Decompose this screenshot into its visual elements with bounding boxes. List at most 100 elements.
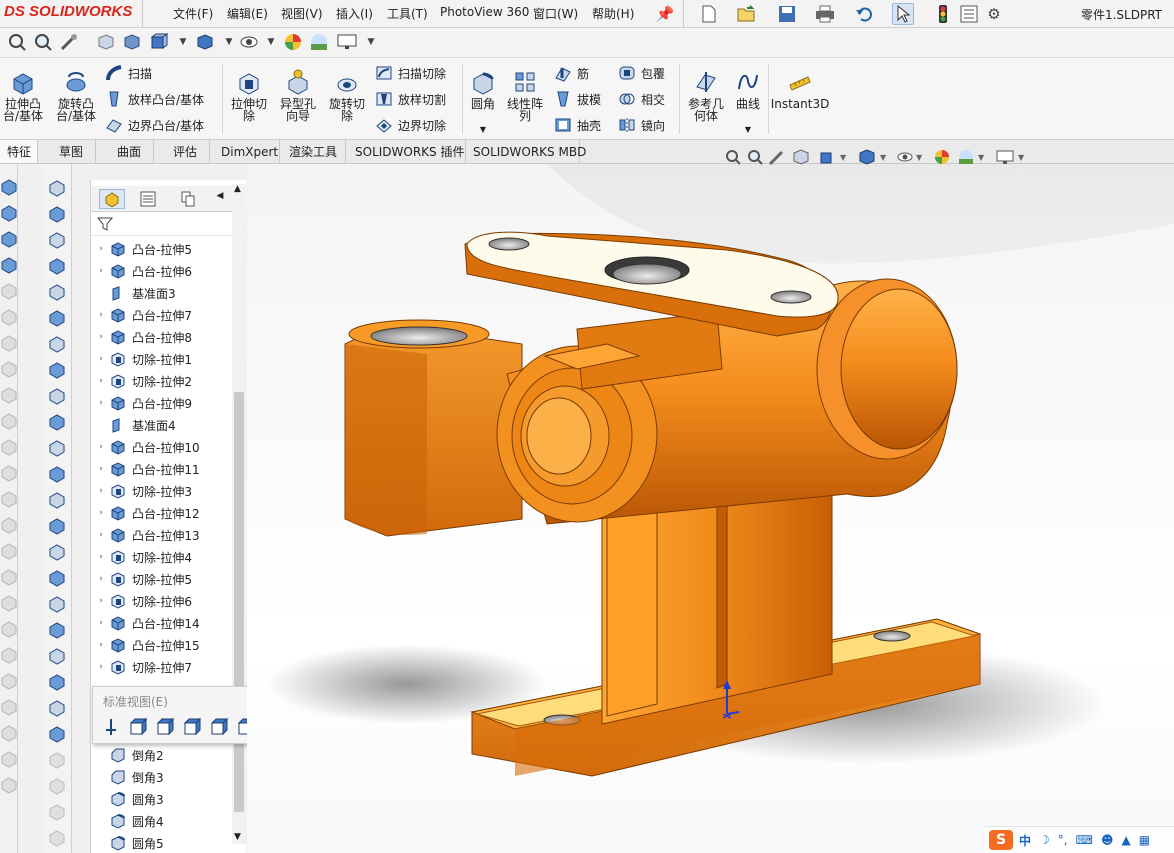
intersect-icon[interactable] xyxy=(47,620,67,640)
graphics-area[interactable] xyxy=(247,164,1174,853)
intersect-button[interactable]: 相交 xyxy=(617,87,665,111)
zoom-to-area-icon[interactable] xyxy=(32,31,54,53)
tool-strip-icon[interactable] xyxy=(1,672,17,693)
curves-icon[interactable] xyxy=(47,698,67,718)
mirror-button[interactable]: 镜向 xyxy=(617,113,665,137)
menu-tools[interactable]: 工具(T) xyxy=(387,5,428,22)
rib-icon[interactable] xyxy=(47,516,67,536)
ime-user-icon[interactable]: ☻ xyxy=(1101,833,1114,847)
disabled-feature-icon[interactable] xyxy=(47,828,67,848)
swept-cut-button[interactable]: 扫描切除 xyxy=(374,61,446,85)
feature-manager-tab[interactable] xyxy=(99,189,125,209)
hud-apply-scene-icon[interactable] xyxy=(954,148,978,166)
hud-section-view-icon[interactable] xyxy=(788,148,814,166)
tool-strip-icon[interactable] xyxy=(1,464,17,485)
tab-dimxpert[interactable]: DimXpert xyxy=(214,140,280,163)
expand-arrow-icon[interactable]: › xyxy=(93,266,109,276)
flange-center-bore[interactable] xyxy=(612,263,682,285)
view-orientation-dropdown-icon[interactable]: ▼ xyxy=(172,31,194,53)
filter-funnel-icon[interactable] xyxy=(96,216,114,235)
scroll-up-icon[interactable]: ▲ xyxy=(234,184,241,194)
cylinder-end-face[interactable] xyxy=(840,288,958,450)
view-orientation-icon[interactable] xyxy=(148,31,170,53)
expand-arrow-icon[interactable]: › xyxy=(93,376,109,386)
left-view-icon[interactable] xyxy=(182,717,202,740)
part-model-render[interactable] xyxy=(247,164,1174,853)
rib-button[interactable]: 筋 xyxy=(553,61,589,85)
tool-strip-icon[interactable] xyxy=(1,256,17,277)
tree-item[interactable]: › 凸台-拉伸5 xyxy=(93,238,192,260)
hide-show-items-icon[interactable] xyxy=(238,31,260,53)
hud-display-dropdown-icon[interactable]: ▼ xyxy=(880,153,894,162)
draft-icon[interactable] xyxy=(47,542,67,562)
reference-geometry-icon[interactable] xyxy=(47,672,67,692)
tool-strip-icon[interactable] xyxy=(1,724,17,745)
revolve-boss-button[interactable]: 旋转凸 台/基体 xyxy=(52,58,100,138)
display-style-icon[interactable] xyxy=(194,31,216,53)
front-boss-center[interactable] xyxy=(526,397,592,475)
tool-strip-icon[interactable] xyxy=(1,646,17,667)
tool-strip-icon[interactable] xyxy=(1,412,17,433)
extrude-cut-button[interactable]: 拉伸切 除 xyxy=(227,58,271,138)
normal-to-icon[interactable] xyxy=(101,717,121,740)
hud-scene-dropdown-icon[interactable]: ▼ xyxy=(978,153,992,162)
tree-item[interactable]: 倒角3 xyxy=(109,766,164,788)
tab-solidworks-addins[interactable]: SOLIDWORKS 插件 xyxy=(348,140,466,163)
tool-strip-icon[interactable] xyxy=(1,620,17,641)
menu-insert[interactable]: 插入(I) xyxy=(336,5,373,22)
flange-hole-right[interactable] xyxy=(770,290,812,304)
fillet-icon[interactable] xyxy=(47,464,67,484)
ime-tools-icon[interactable]: ▦ xyxy=(1139,833,1150,847)
solidworks-logo[interactable]: DS SOLIDWORKS xyxy=(4,3,142,25)
tab-surfaces[interactable]: 曲面 xyxy=(110,140,154,163)
ime-language-indicator[interactable]: 中 xyxy=(1019,832,1031,849)
base-hole-right[interactable] xyxy=(873,630,911,642)
tree-item[interactable]: › 切除-拉伸6 xyxy=(93,590,192,612)
tree-item[interactable]: 基准面4 xyxy=(93,414,176,436)
hud-previous-view-icon[interactable] xyxy=(766,148,788,166)
hole-wizard-icon[interactable] xyxy=(47,334,67,354)
tree-item[interactable]: › 凸台-拉伸6 xyxy=(93,260,192,282)
tool-strip-icon[interactable] xyxy=(1,204,17,225)
expand-arrow-icon[interactable]: › xyxy=(93,508,109,518)
disabled-feature-icon[interactable] xyxy=(47,802,67,822)
tool-strip-icon[interactable] xyxy=(1,230,17,251)
hud-zoom-to-fit-icon[interactable] xyxy=(722,148,744,166)
tree-item[interactable]: › 凸台-拉伸9 xyxy=(93,392,192,414)
view-settings-icon[interactable] xyxy=(336,31,358,53)
extrude-boss-button[interactable]: 拉伸凸 台/基体 xyxy=(0,58,46,138)
tool-strip-icon[interactable] xyxy=(1,178,17,199)
draft-button[interactable]: 拔模 xyxy=(553,87,601,111)
menu-file[interactable]: 文件(F) xyxy=(173,5,213,22)
ime-skin-icon[interactable]: ▲ xyxy=(1121,833,1130,847)
hud-edit-appearance-icon[interactable] xyxy=(930,148,954,166)
instant3d-icon[interactable] xyxy=(47,724,67,744)
tree-item[interactable]: › 凸台-拉伸7 xyxy=(93,304,192,326)
ime-moon-icon[interactable]: ☽ xyxy=(1039,833,1050,847)
zoom-to-fit-icon[interactable] xyxy=(6,31,28,53)
instant3d-button[interactable]: Instant3D xyxy=(771,58,829,138)
select-arrow-icon[interactable] xyxy=(892,3,914,25)
undo-icon[interactable] xyxy=(853,3,875,25)
tree-item[interactable]: 基准面3 xyxy=(93,282,176,304)
shell-icon[interactable] xyxy=(47,568,67,588)
mirror-icon[interactable] xyxy=(47,646,67,666)
fillet-dropdown-icon[interactable]: ▼ xyxy=(480,124,486,136)
expand-arrow-icon[interactable]: › xyxy=(93,310,109,320)
tree-item[interactable]: › 凸台-拉伸11 xyxy=(93,458,200,480)
right-view-icon[interactable] xyxy=(209,717,229,740)
shell-button[interactable]: 抽壳 xyxy=(553,113,601,137)
expand-arrow-icon[interactable]: › xyxy=(93,640,109,650)
tree-item[interactable]: › 切除-拉伸4 xyxy=(93,546,192,568)
pedestal-left-rib[interactable] xyxy=(606,483,658,717)
curves-button[interactable]: 曲线 ▼ xyxy=(732,58,764,138)
tab-sketch[interactable]: 草图 xyxy=(52,140,96,163)
loft-button[interactable]: 放样凸台/基体 xyxy=(104,87,204,111)
tool-strip-icon[interactable] xyxy=(1,594,17,615)
tree-tabs-scroll-left-icon[interactable]: ◀ xyxy=(213,191,227,207)
flange-hole-left[interactable] xyxy=(488,237,530,251)
ime-punctuation-icon[interactable]: °, xyxy=(1058,833,1068,847)
print-icon[interactable] xyxy=(814,3,836,25)
expand-arrow-icon[interactable]: › xyxy=(93,354,109,364)
tool-strip-icon[interactable] xyxy=(1,360,17,381)
